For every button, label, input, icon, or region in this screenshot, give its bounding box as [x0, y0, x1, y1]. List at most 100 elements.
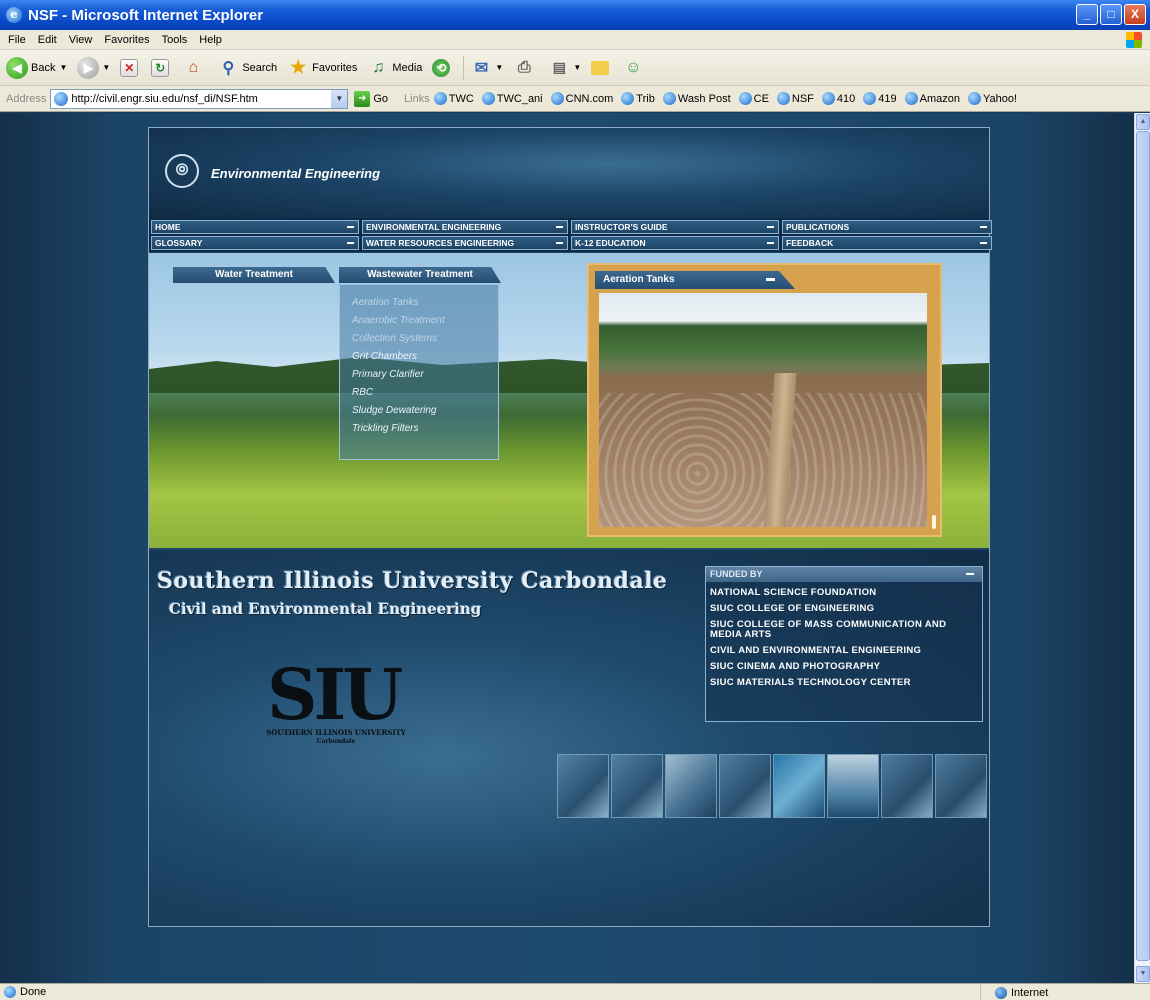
- nav-home[interactable]: HOME: [151, 220, 359, 234]
- address-dropdown-icon[interactable]: ▼: [331, 89, 348, 108]
- menu-favorites[interactable]: Favorites: [104, 34, 149, 46]
- search-button[interactable]: ⚲ Search: [217, 57, 277, 79]
- nav-label: FEEDBACK: [786, 238, 834, 248]
- photo-scroll-indicator[interactable]: [932, 515, 936, 529]
- back-button[interactable]: ◀ Back ▼: [6, 56, 67, 79]
- submenu-item-grit-chambers[interactable]: Grit Chambers: [352, 351, 498, 362]
- funder-item[interactable]: SIUC COLLEGE OF ENGINEERING: [710, 604, 978, 614]
- nav-label: WATER RESOURCES ENGINEERING: [366, 238, 515, 248]
- address-input[interactable]: http://civil.engr.siu.edu/nsf_di/NSF.htm…: [50, 88, 349, 109]
- tab-wastewater-treatment[interactable]: Wastewater Treatment: [339, 267, 501, 283]
- site-logo-icon[interactable]: ⦾: [165, 154, 199, 188]
- home-button[interactable]: ⌂: [182, 57, 207, 79]
- hero-panel: Water Treatment Wastewater Treatment Aer…: [149, 253, 989, 548]
- submenu-item-primary-clarifier[interactable]: Primary Clarifier: [352, 369, 498, 380]
- nav-water-resources-engineering[interactable]: WATER RESOURCES ENGINEERING: [362, 236, 568, 250]
- back-arrow-icon: ◀: [6, 56, 28, 79]
- nav-publications[interactable]: PUBLICATIONS: [782, 220, 992, 234]
- scroll-thumb[interactable]: [1136, 131, 1150, 961]
- minimize-button[interactable]: _: [1076, 4, 1098, 25]
- link-twc[interactable]: TWC: [433, 92, 474, 105]
- menu-view[interactable]: View: [69, 34, 93, 46]
- forward-button[interactable]: ▶ ▼: [77, 56, 110, 79]
- submenu-item-anaerobic-treatment[interactable]: Anaerobic Treatment: [352, 315, 498, 326]
- scroll-down-icon[interactable]: ▼: [1136, 966, 1150, 982]
- back-dropdown-icon[interactable]: ▼: [59, 63, 67, 72]
- window-title: NSF - Microsoft Internet Explorer: [28, 6, 264, 24]
- link-text: NSF: [791, 92, 814, 105]
- stop-button[interactable]: ✕: [120, 58, 141, 77]
- funder-item[interactable]: NATIONAL SCIENCE FOUNDATION: [710, 588, 978, 598]
- mail-dropdown-icon[interactable]: ▼: [495, 63, 503, 72]
- minus-icon[interactable]: [966, 573, 974, 575]
- menu-tools[interactable]: Tools: [162, 34, 188, 46]
- nav-instructors-guide[interactable]: INSTRUCTOR'S GUIDE: [571, 220, 779, 234]
- page-icon: [54, 91, 69, 106]
- submenu-item-rbc[interactable]: RBC: [352, 387, 498, 398]
- menu-help[interactable]: Help: [199, 34, 222, 46]
- tab-water-treatment[interactable]: Water Treatment: [173, 267, 335, 283]
- edit-button[interactable]: ▤ ▼: [548, 57, 582, 79]
- link-text: 410: [836, 92, 856, 105]
- stop-icon: ✕: [120, 58, 139, 77]
- filmstrip-frame: [719, 754, 771, 818]
- nav-label: K-12 EDUCATION: [575, 238, 646, 248]
- submenu-item-sludge-dewatering[interactable]: Sludge Dewatering: [352, 405, 498, 416]
- media-button[interactable]: ♫ Media: [367, 57, 422, 79]
- favorites-button[interactable]: ★ Favorites: [287, 57, 357, 79]
- print-button[interactable]: ⎙: [513, 57, 538, 79]
- home-icon: ⌂: [188, 58, 199, 76]
- submenu-item-collection-systems[interactable]: Collection Systems: [352, 333, 498, 344]
- minus-icon[interactable]: [766, 278, 775, 281]
- funded-by-heading: FUNDED BY: [710, 569, 763, 579]
- edit-dropdown-icon[interactable]: ▼: [573, 63, 581, 72]
- link-text: 419: [878, 92, 897, 105]
- funder-item[interactable]: CIVIL AND ENVIRONMENTAL ENGINEERING: [710, 646, 978, 656]
- link-page-icon: [863, 92, 877, 105]
- nav-glossary[interactable]: GLOSSARY: [151, 236, 359, 250]
- history-button[interactable]: ⟲: [432, 58, 453, 77]
- link-yahoo[interactable]: Yahoo!: [967, 92, 1017, 105]
- filmstrip-frame: [665, 754, 717, 818]
- link-amazon[interactable]: Amazon: [904, 92, 960, 105]
- go-button[interactable]: ➜ Go: [354, 90, 388, 107]
- nav-label: GLOSSARY: [155, 238, 203, 248]
- link-410[interactable]: 410: [821, 92, 856, 105]
- vertical-scrollbar[interactable]: ▲ ▼: [1134, 113, 1150, 983]
- link-nsf[interactable]: NSF: [776, 92, 814, 105]
- nav-feedback[interactable]: FEEDBACK: [782, 236, 992, 250]
- submenu-item-trickling-filters[interactable]: Trickling Filters: [352, 423, 498, 434]
- menu-edit[interactable]: Edit: [38, 34, 57, 46]
- submenu-item-aeration-tanks[interactable]: Aeration Tanks: [352, 297, 498, 308]
- media-label: Media: [392, 61, 423, 74]
- messenger-button[interactable]: ☺: [622, 57, 647, 79]
- link-text: CNN.com: [565, 92, 614, 105]
- university-name: Southern Illinois University Carbondale: [157, 568, 668, 594]
- link-trib[interactable]: Trib: [621, 92, 655, 105]
- link-wash-post[interactable]: Wash Post: [662, 92, 731, 105]
- funder-item[interactable]: SIUC CINEMA AND PHOTOGRAPHY: [710, 662, 978, 672]
- link-twc-ani[interactable]: TWC_ani: [481, 92, 543, 105]
- folder-button[interactable]: [591, 60, 612, 75]
- nav-environmental-engineering[interactable]: ENVIRONMENTAL ENGINEERING: [362, 220, 568, 234]
- link-ce[interactable]: CE: [738, 92, 769, 105]
- menu-file[interactable]: File: [8, 34, 26, 46]
- refresh-button[interactable]: ↻: [151, 58, 172, 77]
- nav-k12-education[interactable]: K-12 EDUCATION: [571, 236, 779, 250]
- forward-dropdown-icon[interactable]: ▼: [102, 63, 110, 72]
- photo-foam-texture: [599, 393, 927, 527]
- close-button[interactable]: X: [1124, 4, 1146, 25]
- funder-item[interactable]: SIUC COLLEGE OF MASS COMMUNICATION AND M…: [710, 620, 978, 640]
- minus-icon: [767, 242, 774, 244]
- maximize-button[interactable]: □: [1100, 4, 1122, 25]
- toolbar-separator: [463, 55, 465, 80]
- forward-arrow-icon: ▶: [77, 56, 100, 79]
- link-text: Trib: [636, 92, 655, 105]
- mail-button[interactable]: ✉ ▼: [470, 57, 504, 79]
- funder-item[interactable]: SIUC MATERIALS TECHNOLOGY CENTER: [710, 678, 978, 688]
- link-cnn[interactable]: CNN.com: [550, 92, 614, 105]
- link-419[interactable]: 419: [863, 92, 897, 105]
- scroll-up-icon[interactable]: ▲: [1136, 114, 1150, 130]
- link-text: CE: [753, 92, 769, 105]
- address-url: http://civil.engr.siu.edu/nsf_di/NSF.htm: [71, 92, 258, 105]
